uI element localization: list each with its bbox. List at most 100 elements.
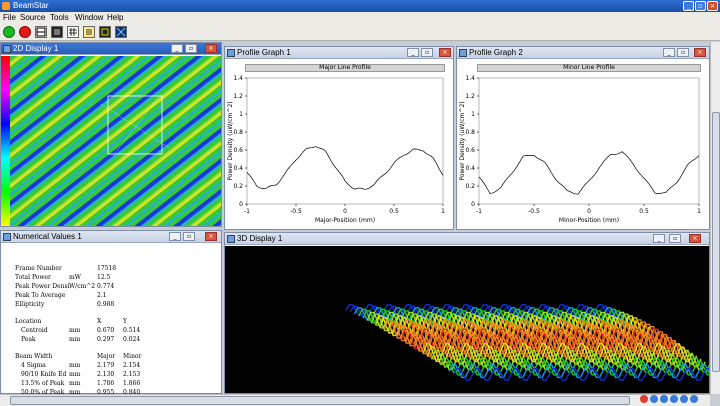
numerical-value-1: 0.774 <box>97 283 115 290</box>
menu-tools[interactable]: Tools <box>50 13 69 22</box>
numerical-value-1: Major <box>97 353 116 360</box>
profile1-plot-area: Major Line Profile 0 0.2 0.4 0.6 0.8 1 1.2 1.4 -… <box>225 60 453 229</box>
horizontal-scrollbar[interactable] <box>0 394 710 406</box>
numerical-close-button[interactable]: × <box>205 232 217 241</box>
run-icon[interactable] <box>3 26 15 38</box>
profile2-maximize-button[interactable]: ▫ <box>677 48 689 57</box>
profile2-caption: Profile Graph 2 _ ▫ × <box>457 47 709 59</box>
display2d-close-button[interactable]: × <box>205 44 217 53</box>
notes-icon[interactable] <box>83 26 95 38</box>
x-tick-label: 0 <box>343 208 347 215</box>
maximize-button[interactable]: ▫ <box>695 1 706 11</box>
numerical-window[interactable]: Numerical Values 1 _ ▫ × Frame Number 175… <box>0 230 222 396</box>
display3d-minimize-button[interactable]: _ <box>653 234 665 243</box>
mdi-workspace: 2D Display 1 _ ▫ × Profile Graph 1 _ ▫ ×… <box>0 42 720 396</box>
tray-icon[interactable] <box>690 395 698 403</box>
numerical-maximize-button[interactable]: ▫ <box>183 232 195 241</box>
y-tick-label: 1.2 <box>233 93 243 100</box>
profile1-caption: Profile Graph 1 _ ▫ × <box>225 47 453 59</box>
display3d-window[interactable]: 3D Display 1 _ ▫ × <box>224 232 720 394</box>
app-title: BeamStar <box>13 1 49 10</box>
numerical-label: 4 Sigma <box>21 362 46 369</box>
menu-window[interactable]: Window <box>75 13 103 22</box>
display3d-view[interactable] <box>225 246 720 393</box>
menu-help[interactable]: Help <box>107 13 123 22</box>
profile1-maximize-button[interactable]: ▫ <box>421 48 433 57</box>
profile2-close-button[interactable]: × <box>694 48 706 57</box>
beam-2d-image[interactable] <box>1 56 221 226</box>
y-tick-label: 0.2 <box>465 183 475 190</box>
tray-icon[interactable] <box>680 395 688 403</box>
window-icon <box>459 49 467 57</box>
numerical-value-2: 1.866 <box>123 380 141 387</box>
y-tick-label: 0.8 <box>233 129 243 136</box>
numerical-label: 13.5% of Peak <box>21 380 65 387</box>
x-tick-label: -1 <box>476 208 482 215</box>
y-tick-label: 0.6 <box>233 147 243 154</box>
color-palette-bar <box>1 56 10 226</box>
numerical-value-1: 1.786 <box>97 380 115 387</box>
menu-file[interactable]: File <box>3 13 16 22</box>
menu-bar: File Source Tools Window Help <box>0 12 720 23</box>
profile2-title: Profile Graph 2 <box>469 48 523 57</box>
title-bar: BeamStar _ ▫ × <box>0 0 720 12</box>
vertical-scrollbar[interactable] <box>710 42 720 394</box>
y-tick-label: 0 <box>239 201 243 208</box>
numerical-value-2: 2.153 <box>123 371 141 378</box>
x-tick-label: 0.5 <box>389 208 399 215</box>
profile2-minimize-button[interactable]: _ <box>663 48 675 57</box>
numerical-value-2: 0.514 <box>123 327 141 334</box>
capture-icon[interactable] <box>51 26 63 38</box>
display2d-minimize-button[interactable]: _ <box>171 44 183 53</box>
display2d-window[interactable]: 2D Display 1 _ ▫ × <box>0 42 222 227</box>
tray-icon[interactable] <box>640 395 648 403</box>
profile1-window[interactable]: Profile Graph 1 _ ▫ × Major Line Profile… <box>224 46 454 230</box>
numerical-value-1: 2.179 <box>97 362 115 369</box>
frame-icon[interactable] <box>35 26 47 38</box>
numerical-unit: mm <box>69 371 81 378</box>
numerical-label: Peak <box>21 336 36 343</box>
y-tick-label: 0.8 <box>465 129 475 136</box>
profile2-chart: 0 0.2 0.4 0.6 0.8 1 1.2 1.4 -1 -0.5 0 0.5 1 Minor-Pos… <box>459 75 701 224</box>
tray-icon[interactable] <box>650 395 658 403</box>
y-tick-label: 0.4 <box>465 165 475 172</box>
numerical-label: Ellipticity <box>15 301 45 308</box>
y-axis-label: Power Density (uW/cm^2) <box>459 101 466 180</box>
y-tick-label: 1 <box>239 111 243 118</box>
display3d-caption: 3D Display 1 _ ▫ × <box>225 233 709 245</box>
x-tick-label: 0 <box>587 208 591 215</box>
profile1-close-button[interactable]: × <box>439 48 451 57</box>
numerical-unit: mW <box>69 274 81 281</box>
display2d-maximize-button[interactable]: ▫ <box>185 44 197 53</box>
display3d-close-button[interactable]: × <box>689 234 701 243</box>
minimize-button[interactable]: _ <box>683 1 694 11</box>
numerical-minimize-button[interactable]: _ <box>169 232 181 241</box>
vertical-scroll-thumb[interactable] <box>712 112 720 372</box>
numerical-label: Centroid <box>21 327 48 334</box>
numerical-unit: mm <box>69 336 81 343</box>
numerical-value-1: 2.130 <box>97 371 115 378</box>
tray-icon[interactable] <box>660 395 668 403</box>
numerical-value-1: 0.670 <box>97 327 115 334</box>
numerical-value-1: 17518 <box>97 265 117 272</box>
profile1-title: Profile Graph 1 <box>237 48 291 57</box>
close-button[interactable]: × <box>707 1 718 11</box>
profile1-minimize-button[interactable]: _ <box>407 48 419 57</box>
stop-icon[interactable] <box>19 26 31 38</box>
grid-icon[interactable] <box>67 26 79 38</box>
display-icon[interactable] <box>99 26 111 38</box>
numerical-label: Peak To Average <box>15 292 66 299</box>
horizontal-scroll-thumb[interactable] <box>10 396 630 405</box>
crosshair-icon[interactable] <box>115 26 127 38</box>
window-icon <box>3 233 11 241</box>
y-tick-label: 0.2 <box>233 183 243 190</box>
profile2-window[interactable]: Profile Graph 2 _ ▫ × Minor Line Profile… <box>456 46 710 230</box>
x-tick-label: -1 <box>244 208 250 215</box>
x-axis-label: Major-Position (mm) <box>315 217 375 224</box>
numerical-value-1: 2.1 <box>97 292 107 299</box>
display3d-maximize-button[interactable]: ▫ <box>669 234 681 243</box>
menu-source[interactable]: Source <box>20 13 45 22</box>
window-icon <box>227 49 235 57</box>
profile2-plot-title: Minor Line Profile <box>477 64 701 72</box>
tray-icon[interactable] <box>670 395 678 403</box>
